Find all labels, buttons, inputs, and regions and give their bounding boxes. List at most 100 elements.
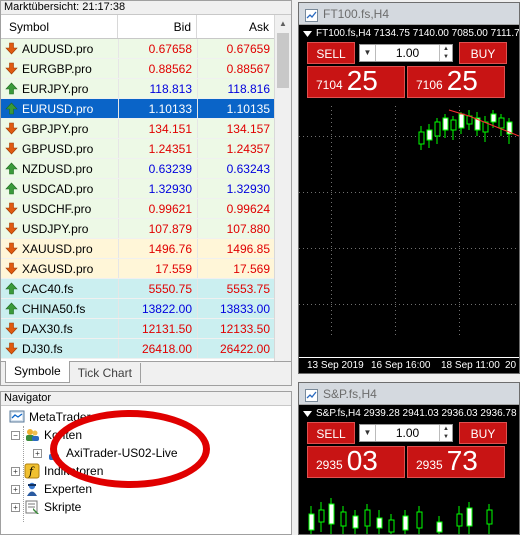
symbol-name: DJ30.fs bbox=[22, 341, 63, 356]
tree-item-indicators[interactable]: + f Indikatoren bbox=[11, 462, 103, 480]
chart-window-ft100[interactable]: FT100.fs,H4 FT100.fs,H4 7134.75 7140.00 … bbox=[298, 2, 520, 374]
chart-area[interactable]: S&P.fs,H4 2939.28 2941.03 2936.03 2936.7… bbox=[299, 406, 519, 534]
buy-price-pips: 73 bbox=[446, 445, 478, 476]
market-watch-row[interactable]: AUDUSD.pro 0.67658 0.67659 bbox=[1, 39, 275, 59]
navigator-title: Navigator bbox=[1, 392, 291, 406]
buy-button[interactable]: BUY bbox=[459, 422, 507, 444]
sell-price-button[interactable]: 2935 03 bbox=[307, 446, 405, 478]
chart-area[interactable]: FT100.fs,H4 7134.75 7140.00 7085.00 7111… bbox=[299, 26, 519, 373]
bid-cell: 134.151 bbox=[118, 119, 197, 138]
tree-label-experts: Experten bbox=[44, 482, 93, 496]
buy-button[interactable]: BUY bbox=[459, 42, 507, 64]
sell-price-button[interactable]: 7104 25 bbox=[307, 66, 405, 98]
chart-caption-icon bbox=[303, 29, 312, 38]
market-watch-row[interactable]: XAGUSD.pro 17.559 17.569 bbox=[1, 259, 275, 279]
market-watch-row[interactable]: CAC40.fs 5550.75 5553.75 bbox=[1, 279, 275, 299]
bid-cell: 0.67658 bbox=[118, 39, 197, 58]
indicators-icon: f bbox=[24, 463, 40, 479]
chart-window-title[interactable]: S&P.fs,H4 bbox=[299, 383, 519, 405]
candle-body bbox=[490, 113, 497, 123]
ask-cell: 0.67659 bbox=[197, 39, 275, 58]
volume-field[interactable]: ▼ 1.00 ▲ ▼ bbox=[359, 44, 453, 62]
ask-cell: 1.24357 bbox=[197, 139, 275, 158]
column-header-ask[interactable]: Ask bbox=[197, 15, 275, 38]
expand-icon[interactable]: + bbox=[11, 466, 20, 476]
arrow-down-icon bbox=[5, 342, 18, 355]
chart-window-title[interactable]: FT100.fs,H4 bbox=[299, 3, 519, 25]
chevron-down-icon[interactable]: ▼ bbox=[360, 425, 376, 441]
market-watch-row[interactable]: DJ30.fs 26418.00 26422.00 bbox=[1, 339, 275, 359]
chart-window-sp[interactable]: S&P.fs,H4 S&P.fs,H4 2939.28 2941.03 2936… bbox=[298, 382, 520, 535]
sell-button[interactable]: SELL bbox=[307, 422, 355, 444]
ask-cell: 0.99624 bbox=[197, 199, 275, 218]
symbol-name: USDCAD.pro bbox=[22, 181, 94, 196]
market-watch-scrollbar[interactable]: ▲ bbox=[274, 15, 291, 361]
tree-label-metatrader: MetaTrader bbox=[29, 410, 91, 424]
volume-value[interactable]: 1.00 bbox=[376, 425, 439, 441]
market-watch-row[interactable]: GBPUSD.pro 1.24351 1.24357 bbox=[1, 139, 275, 159]
market-watch-row[interactable]: DAX30.fs 12131.50 12133.50 bbox=[1, 319, 275, 339]
time-label: 13 Sep 2019 bbox=[307, 360, 364, 371]
symbol-cell: EURGBP.pro bbox=[1, 59, 118, 78]
volume-spinner[interactable]: ▲ ▼ bbox=[439, 425, 452, 441]
market-watch-tabs: Symbole Tick Chart bbox=[1, 361, 291, 385]
tree-item-scripts[interactable]: + Skripte bbox=[11, 498, 81, 516]
arrow-down-icon bbox=[5, 222, 18, 235]
scroll-thumb[interactable] bbox=[277, 33, 289, 88]
symbol-cell: NZDUSD.pro bbox=[1, 159, 118, 178]
market-watch-row[interactable]: EURGBP.pro 0.88562 0.88567 bbox=[1, 59, 275, 79]
market-watch-row[interactable]: GBPJPY.pro 134.151 134.157 bbox=[1, 119, 275, 139]
candle-body bbox=[498, 117, 505, 129]
buy-price-button[interactable]: 7106 25 bbox=[407, 66, 505, 98]
tab-tick-chart[interactable]: Tick Chart bbox=[70, 363, 141, 383]
buy-price-pips: 25 bbox=[446, 65, 478, 96]
symbol-name: XAGUSD.pro bbox=[22, 261, 94, 276]
sell-button[interactable]: SELL bbox=[307, 42, 355, 64]
market-watch-row[interactable]: USDJPY.pro 107.879 107.880 bbox=[1, 219, 275, 239]
column-header-symbol[interactable]: Symbol bbox=[1, 15, 118, 38]
market-watch-row[interactable]: USDCHF.pro 0.99621 0.99624 bbox=[1, 199, 275, 219]
volume-value[interactable]: 1.00 bbox=[376, 45, 439, 61]
symbol-cell: CHINA50.fs bbox=[1, 299, 118, 318]
bid-cell: 1.10133 bbox=[118, 99, 197, 118]
symbol-cell: CAC40.fs bbox=[1, 279, 118, 298]
symbol-cell: GBPJPY.pro bbox=[1, 119, 118, 138]
expand-icon[interactable]: + bbox=[33, 448, 42, 458]
ask-cell: 0.88567 bbox=[197, 59, 275, 78]
symbol-name: XAUUSD.pro bbox=[22, 241, 93, 256]
expand-icon[interactable]: + bbox=[11, 484, 20, 494]
arrow-down-icon bbox=[5, 122, 18, 135]
tab-symbols[interactable]: Symbole bbox=[5, 361, 70, 383]
bid-cell: 118.813 bbox=[118, 79, 197, 98]
arrow-up-icon bbox=[5, 82, 18, 95]
ask-cell: 118.816 bbox=[197, 79, 275, 98]
collapse-icon[interactable]: − bbox=[11, 430, 20, 440]
market-watch-panel: Marktübersicht: 21:17:38 Symbol Bid Ask … bbox=[0, 0, 292, 386]
bid-cell: 1.24351 bbox=[118, 139, 197, 158]
expand-icon[interactable]: + bbox=[11, 502, 20, 512]
market-watch-row[interactable]: EURJPY.pro 118.813 118.816 bbox=[1, 79, 275, 99]
tree-item-metatrader[interactable]: MetaTrader bbox=[9, 408, 91, 426]
tree-item-accounts[interactable]: − Konten bbox=[11, 426, 82, 444]
symbol-name: EURUSD.pro bbox=[22, 101, 94, 116]
market-watch-row[interactable]: XAUUSD.pro 1496.76 1496.85 bbox=[1, 239, 275, 259]
volume-field[interactable]: ▼ 1.00 ▲ ▼ bbox=[359, 424, 453, 442]
time-axis: 13 Sep 2019 16 Sep 16:00 18 Sep 11:00 20… bbox=[299, 357, 519, 373]
chart-window-icon bbox=[305, 387, 318, 402]
market-watch-rows: AUDUSD.pro 0.67658 0.67659 EURGBP.pro 0.8856… bbox=[1, 39, 275, 359]
tree-item-experts[interactable]: + Experten bbox=[11, 480, 92, 498]
volume-spinner[interactable]: ▲ ▼ bbox=[439, 45, 452, 61]
market-watch-row[interactable]: EURUSD.pro 1.10133 1.10135 bbox=[1, 99, 275, 119]
tree-item-account[interactable]: + AxiTrader-US02-Live bbox=[33, 444, 178, 462]
navigator-panel: Navigator MetaTrader − Konten + AxiTrade… bbox=[0, 391, 292, 535]
market-watch-row[interactable]: NZDUSD.pro 0.63239 0.63243 bbox=[1, 159, 275, 179]
scroll-up-icon[interactable]: ▲ bbox=[275, 15, 291, 32]
market-watch-row[interactable]: CHINA50.fs 13822.00 13833.00 bbox=[1, 299, 275, 319]
tree-label-accounts: Konten bbox=[44, 428, 83, 442]
column-header-bid[interactable]: Bid bbox=[118, 15, 197, 38]
market-watch-row[interactable]: USDCAD.pro 1.32930 1.32930 bbox=[1, 179, 275, 199]
sell-price-prefix: 2935 bbox=[316, 458, 343, 472]
chevron-down-icon[interactable]: ▼ bbox=[360, 45, 376, 61]
bid-cell: 12131.50 bbox=[118, 319, 197, 338]
buy-price-button[interactable]: 2935 73 bbox=[407, 446, 505, 478]
